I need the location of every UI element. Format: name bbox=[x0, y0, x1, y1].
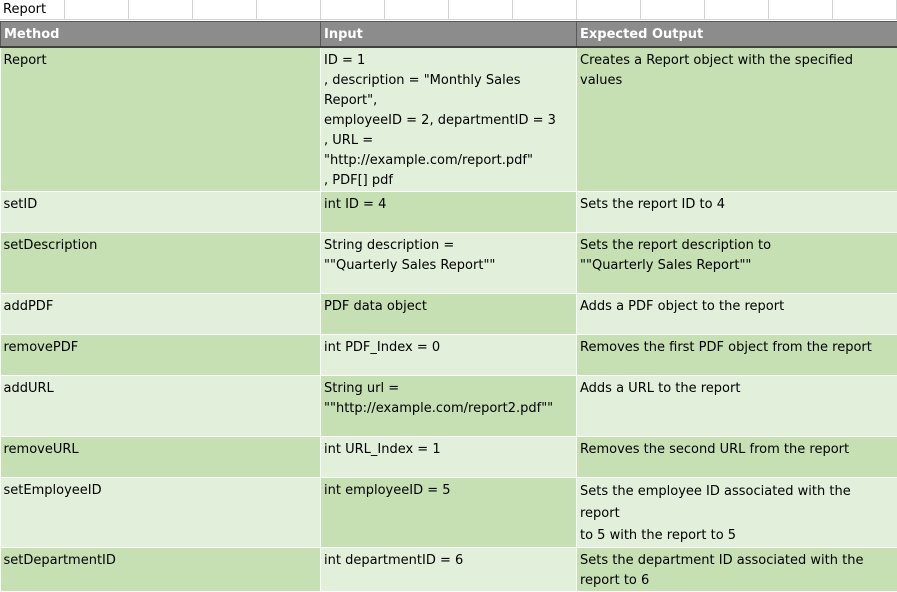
header-row: Method Input Expected Output bbox=[1, 22, 897, 48]
table-row: setID int ID = 4 Sets the report ID to 4 bbox=[1, 192, 897, 233]
input-cell[interactable]: int departmentID = 6 bbox=[321, 548, 577, 592]
spreadsheet: Report Method Input Expected Output Repo… bbox=[0, 0, 897, 549]
table-row: setDepartmentID int departmentID = 6 Set… bbox=[1, 548, 897, 592]
input-cell[interactable]: int ID = 4 bbox=[321, 192, 577, 233]
method-cell[interactable]: removeURL bbox=[1, 437, 321, 478]
table-row: addURL String url = ""http://example.com… bbox=[1, 376, 897, 437]
table-row: setEmployeeID int employeeID = 5 Sets th… bbox=[1, 478, 897, 548]
input-cell[interactable]: int URL_Index = 1 bbox=[321, 437, 577, 478]
method-cell[interactable]: setID bbox=[1, 192, 321, 233]
method-cell[interactable]: addPDF bbox=[1, 294, 321, 335]
cell-m1[interactable] bbox=[769, 0, 833, 20]
cell-j1[interactable] bbox=[577, 0, 641, 20]
table-row: removeURL int URL_Index = 1 Removes the … bbox=[1, 437, 897, 478]
cell-c1[interactable] bbox=[129, 0, 193, 20]
cell-n1[interactable] bbox=[833, 0, 897, 20]
output-cell[interactable]: Removes the second URL from the report bbox=[577, 437, 897, 478]
cell-e1[interactable] bbox=[257, 0, 321, 20]
header-input[interactable]: Input bbox=[321, 22, 577, 48]
output-cell[interactable]: Adds a PDF object to the report bbox=[577, 294, 897, 335]
title-row: Report bbox=[0, 0, 897, 20]
output-cell[interactable]: Sets the department ID associated with t… bbox=[577, 548, 897, 592]
table-row: Report ID = 1 , description = "Monthly S… bbox=[1, 47, 897, 192]
input-cell[interactable]: ID = 1 , description = "Monthly Sales Re… bbox=[321, 47, 577, 192]
input-cell[interactable]: String url = ""http://example.com/report… bbox=[321, 376, 577, 437]
output-cell[interactable]: Adds a URL to the report bbox=[577, 376, 897, 437]
header-expected-output[interactable]: Expected Output bbox=[577, 22, 897, 48]
method-cell[interactable]: Report bbox=[1, 47, 321, 192]
method-cell[interactable]: setDepartmentID bbox=[1, 548, 321, 592]
output-cell[interactable]: Creates a Report object with the specifi… bbox=[577, 47, 897, 192]
output-cell[interactable]: Sets the employee ID associated with the… bbox=[577, 478, 897, 548]
output-cell[interactable]: Sets the report ID to 4 bbox=[577, 192, 897, 233]
header-method[interactable]: Method bbox=[1, 22, 321, 48]
cell-k1[interactable] bbox=[641, 0, 705, 20]
table-row: removePDF int PDF_Index = 0 Removes the … bbox=[1, 335, 897, 376]
input-cell[interactable]: PDF data object bbox=[321, 294, 577, 335]
cell-h1[interactable] bbox=[449, 0, 513, 20]
table-row: setDescription String description = ""Qu… bbox=[1, 233, 897, 294]
cell-b1[interactable] bbox=[65, 0, 129, 20]
table-row: addPDF PDF data object Adds a PDF object… bbox=[1, 294, 897, 335]
method-cell[interactable]: setDescription bbox=[1, 233, 321, 294]
method-cell[interactable]: addURL bbox=[1, 376, 321, 437]
cell-l1[interactable] bbox=[705, 0, 769, 20]
input-cell[interactable]: int PDF_Index = 0 bbox=[321, 335, 577, 376]
test-case-table: Method Input Expected Output Report ID =… bbox=[0, 21, 897, 592]
output-cell[interactable]: Removes the first PDF object from the re… bbox=[577, 335, 897, 376]
cell-i1[interactable] bbox=[513, 0, 577, 20]
input-cell[interactable]: String description = ""Quarterly Sales R… bbox=[321, 233, 577, 294]
sheet-title: Report bbox=[3, 2, 46, 17]
input-cell[interactable]: int employeeID = 5 bbox=[321, 478, 577, 548]
cell-d1[interactable] bbox=[193, 0, 257, 20]
method-cell[interactable]: setEmployeeID bbox=[1, 478, 321, 548]
cell-g1[interactable] bbox=[385, 0, 449, 20]
cell-f1[interactable] bbox=[321, 0, 385, 20]
output-cell[interactable]: Sets the report description to ""Quarter… bbox=[577, 233, 897, 294]
method-cell[interactable]: removePDF bbox=[1, 335, 321, 376]
cell-a1[interactable]: Report bbox=[0, 0, 65, 20]
